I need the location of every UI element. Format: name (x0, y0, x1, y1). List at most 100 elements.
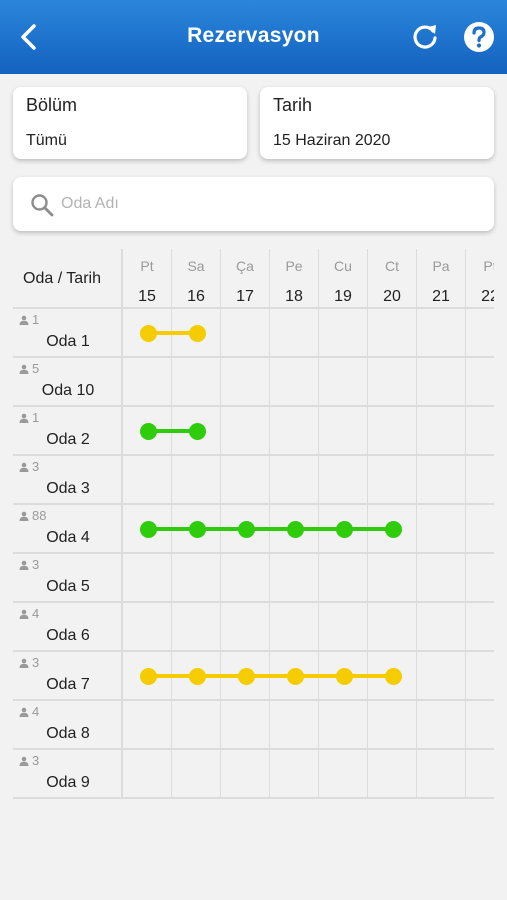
grid-cell[interactable] (221, 750, 270, 799)
reservation-dot[interactable] (188, 520, 206, 538)
reservation-dot[interactable] (384, 667, 402, 685)
grid-cell[interactable] (417, 603, 466, 652)
grid-cell[interactable] (466, 554, 494, 603)
grid-cell[interactable] (466, 701, 494, 750)
grid-cell[interactable] (123, 358, 172, 407)
reservation-dot[interactable] (139, 667, 157, 685)
grid-cell[interactable] (270, 358, 319, 407)
reservation-bar[interactable] (148, 674, 393, 678)
person-icon (19, 511, 29, 521)
date-filter[interactable]: Tarih 15 Haziran 2020 (260, 87, 494, 159)
grid-cell[interactable] (417, 358, 466, 407)
grid-cell[interactable] (466, 750, 494, 799)
room-row-header[interactable]: 3 Oda 3 (13, 456, 123, 505)
room-row-header[interactable]: 3 Oda 7 (13, 652, 123, 701)
reservation-dot[interactable] (335, 520, 353, 538)
grid-cell[interactable] (368, 407, 417, 456)
grid-cell[interactable] (221, 407, 270, 456)
grid-cell[interactable] (417, 701, 466, 750)
room-row-header[interactable]: 3 Oda 9 (13, 750, 123, 799)
grid-cell[interactable] (466, 652, 494, 701)
reservation-dot[interactable] (139, 520, 157, 538)
department-filter[interactable]: Bölüm Tümü (13, 87, 247, 159)
grid-cell[interactable] (466, 456, 494, 505)
grid-cell[interactable] (270, 456, 319, 505)
grid-cell[interactable] (466, 505, 494, 554)
reservation-dot[interactable] (188, 324, 206, 342)
room-row-header[interactable]: 1 Oda 1 (13, 309, 123, 358)
grid-cell[interactable] (368, 701, 417, 750)
grid-cell[interactable] (172, 456, 221, 505)
grid-cell[interactable] (172, 603, 221, 652)
grid-cell[interactable] (417, 505, 466, 554)
grid-cell[interactable] (368, 358, 417, 407)
grid-cell[interactable] (221, 701, 270, 750)
grid-cell[interactable] (417, 407, 466, 456)
refresh-button[interactable] (407, 19, 443, 55)
grid-cell[interactable] (319, 407, 368, 456)
grid-cell[interactable] (221, 309, 270, 358)
grid-cell[interactable] (319, 358, 368, 407)
grid-cell[interactable] (368, 603, 417, 652)
reservation-dot[interactable] (188, 422, 206, 440)
grid-cell[interactable] (319, 603, 368, 652)
room-row-header[interactable]: 88 Oda 4 (13, 505, 123, 554)
help-button[interactable] (461, 19, 497, 55)
search-box[interactable] (13, 177, 494, 231)
grid-cell[interactable] (368, 456, 417, 505)
grid-cell[interactable] (466, 407, 494, 456)
reservation-dot[interactable] (139, 422, 157, 440)
grid-cell[interactable] (417, 652, 466, 701)
grid-cell[interactable] (123, 750, 172, 799)
reservation-dot[interactable] (384, 520, 402, 538)
grid-cell[interactable] (466, 603, 494, 652)
grid-cell[interactable] (368, 309, 417, 358)
reservation-dot[interactable] (188, 667, 206, 685)
grid-cell[interactable] (270, 701, 319, 750)
search-input[interactable] (61, 189, 461, 219)
reservation-dot[interactable] (139, 324, 157, 342)
grid-cell[interactable] (123, 456, 172, 505)
grid-cell[interactable] (368, 750, 417, 799)
grid-cell[interactable] (417, 456, 466, 505)
grid-cell[interactable] (123, 603, 172, 652)
reservation-dot[interactable] (237, 520, 255, 538)
grid-cell[interactable] (270, 554, 319, 603)
grid-cell[interactable] (221, 358, 270, 407)
grid-cell[interactable] (270, 407, 319, 456)
room-row-header[interactable]: 1 Oda 2 (13, 407, 123, 456)
grid-cell[interactable] (466, 309, 494, 358)
reservation-bar[interactable] (148, 527, 393, 531)
grid-cell[interactable] (319, 309, 368, 358)
reservation-dot[interactable] (286, 667, 304, 685)
room-row-header[interactable]: 5 Oda 10 (13, 358, 123, 407)
room-row-header[interactable]: 4 Oda 8 (13, 701, 123, 750)
grid-cell[interactable] (417, 554, 466, 603)
grid-cell[interactable] (417, 750, 466, 799)
room-row-header[interactable]: 4 Oda 6 (13, 603, 123, 652)
grid-cell[interactable] (172, 750, 221, 799)
grid-cell[interactable] (221, 554, 270, 603)
grid-cell[interactable] (466, 358, 494, 407)
room-row-header[interactable]: 3 Oda 5 (13, 554, 123, 603)
grid-cell[interactable] (221, 603, 270, 652)
grid-cell[interactable] (172, 701, 221, 750)
grid-cell[interactable] (221, 456, 270, 505)
reservation-dot[interactable] (335, 667, 353, 685)
grid-cell[interactable] (172, 554, 221, 603)
grid-cell[interactable] (270, 603, 319, 652)
reservation-grid[interactable]: Oda / Tarih Pt 15 Sa 16 Ça 17 Pe 18 Cu 19 Ct 20 Pa 21… (13, 249, 494, 800)
grid-cell[interactable] (270, 309, 319, 358)
grid-cell[interactable] (368, 554, 417, 603)
grid-cell[interactable] (319, 701, 368, 750)
grid-cell[interactable] (123, 554, 172, 603)
reservation-dot[interactable] (237, 667, 255, 685)
grid-cell[interactable] (270, 750, 319, 799)
reservation-dot[interactable] (286, 520, 304, 538)
grid-cell[interactable] (172, 358, 221, 407)
grid-cell[interactable] (319, 750, 368, 799)
grid-cell[interactable] (319, 554, 368, 603)
grid-cell[interactable] (123, 701, 172, 750)
grid-cell[interactable] (417, 309, 466, 358)
grid-cell[interactable] (319, 456, 368, 505)
